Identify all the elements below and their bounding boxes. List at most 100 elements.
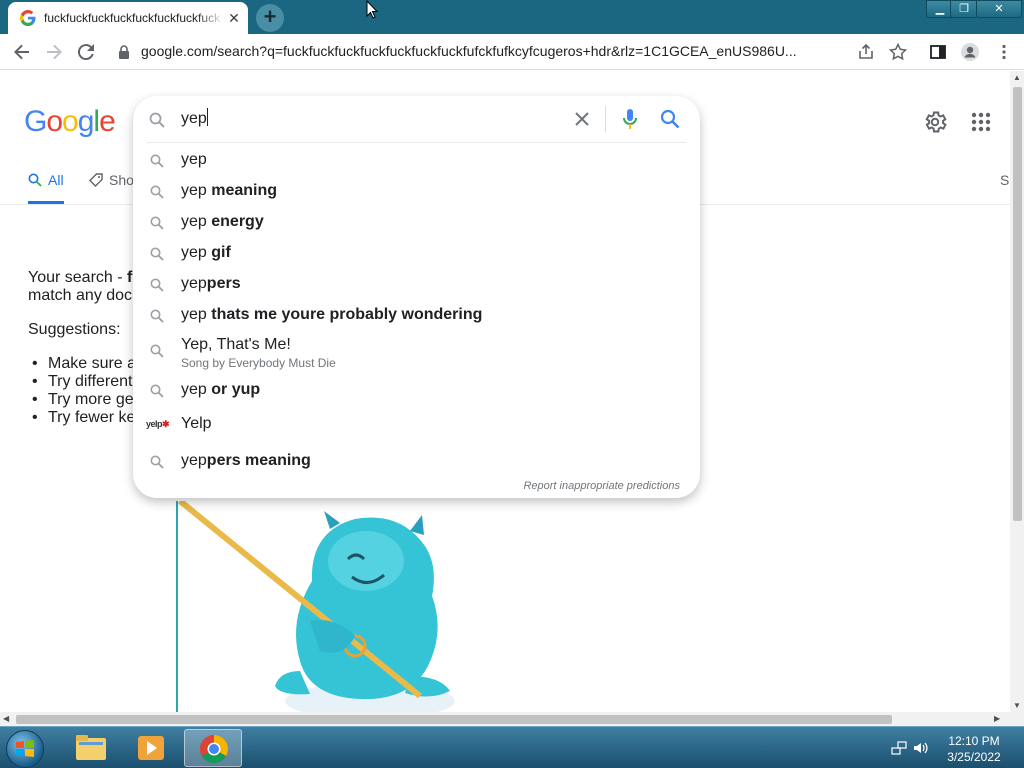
arrow-left-icon (14, 44, 29, 60)
autocomplete-completion: meaning (211, 182, 278, 199)
autocomplete-text: yep energy (181, 213, 264, 231)
horizontal-scrollbar[interactable]: ◀ ▶ (0, 712, 1024, 726)
taskbar-media-player[interactable] (122, 729, 180, 767)
autocomplete-text: Yelp (181, 415, 212, 432)
suggestions-list: Make sure a Try different Try more ge Tr… (28, 355, 136, 427)
more-menu-icon[interactable] (994, 42, 1014, 62)
search-input[interactable]: yep (181, 108, 208, 128)
bookmark-star-icon[interactable] (888, 42, 908, 62)
volume-icon[interactable] (912, 739, 930, 757)
search-icon (150, 309, 164, 323)
google-apps-grid-icon[interactable] (970, 111, 992, 133)
vertical-scroll-thumb[interactable] (1013, 87, 1022, 521)
autocomplete-item[interactable]: yep thats me youre probably wondering (133, 301, 700, 331)
fishing-monster-illustration (176, 501, 455, 712)
taskbar-file-explorer[interactable] (62, 729, 120, 767)
autocomplete-item[interactable]: yep gif (133, 239, 700, 269)
clear-search-icon[interactable] (571, 108, 593, 130)
autocomplete-completion: thats me youre probably wondering (211, 306, 483, 323)
autocomplete-text: yeppers (181, 275, 241, 293)
tab-shopping-label: Sho (109, 172, 134, 188)
horizontal-scroll-thumb[interactable] (16, 715, 892, 724)
search-icon (150, 384, 164, 398)
tab-settings-cut[interactable]: S (1000, 171, 1010, 204)
tab-close-icon[interactable]: ✕ (226, 10, 242, 26)
search-icon (150, 455, 164, 469)
scroll-right-arrow-icon[interactable]: ▶ (994, 714, 1000, 723)
autocomplete-item[interactable]: yep meaning (133, 177, 700, 207)
autocomplete-item[interactable]: yeppers meaning (133, 447, 700, 477)
autocomplete-prefix: yep (181, 182, 212, 199)
browser-tab-active[interactable]: fuckfuckfuckfuckfuckfuckfuckfuck ✕ (8, 2, 248, 34)
autocomplete-item[interactable]: yep energy (133, 208, 700, 238)
tab-all[interactable]: All (28, 171, 64, 204)
address-bar[interactable]: google.com/search?q=fuckfuckfuckfuckfuck… (141, 43, 841, 59)
list-item: Try more ge (28, 391, 136, 409)
autocomplete-prefix: yep (181, 452, 207, 469)
browser-toolbar: google.com/search?q=fuckfuckfuckfuckfuck… (0, 34, 1024, 70)
autocomplete-completion: gif (211, 244, 231, 261)
autocomplete-item[interactable]: yep or yup (133, 376, 700, 406)
scroll-left-arrow-icon[interactable]: ◀ (3, 714, 9, 723)
autocomplete-prefix: yep (181, 275, 207, 292)
network-icon[interactable] (890, 739, 908, 757)
text-caret (206, 108, 208, 126)
search-icon (150, 185, 164, 199)
close-window-button[interactable]: ✕ (976, 0, 1022, 18)
divider (605, 106, 606, 132)
clock-time: 12:10 PM (948, 734, 1000, 748)
search-icon (150, 154, 164, 168)
list-item: Make sure a (28, 355, 136, 373)
back-button[interactable] (10, 40, 34, 64)
autocomplete-text: yeppers meaning (181, 452, 311, 470)
settings-gear-icon[interactable] (922, 109, 948, 135)
autocomplete-completion: or yup (211, 381, 261, 398)
autocomplete-text: yep (181, 151, 207, 169)
new-tab-button[interactable]: + (256, 4, 284, 32)
autocomplete-item-yelp[interactable]: yelp✱ Yelp (133, 410, 700, 440)
google-logo[interactable]: Google (24, 105, 116, 139)
windows-logo-icon (16, 740, 34, 757)
vertical-scrollbar[interactable]: ▲ ▼ (1010, 71, 1024, 712)
no-results-prefix: Your search - (28, 269, 128, 286)
scroll-down-arrow-icon[interactable]: ▼ (1013, 701, 1021, 710)
tab-settings-cut-label: S (1000, 172, 1010, 188)
clock-date: 3/25/2022 (947, 750, 1001, 764)
autocomplete-item[interactable]: yeppers (133, 270, 700, 300)
reload-button[interactable] (74, 40, 98, 64)
side-panel-icon[interactable] (928, 42, 948, 62)
tab-all-label: All (48, 172, 64, 188)
taskbar-chrome[interactable] (184, 729, 242, 767)
restore-button[interactable]: ❐ (950, 0, 978, 18)
no-results-line2: match any doc (28, 287, 133, 304)
profile-avatar-icon[interactable] (960, 42, 980, 62)
share-icon[interactable] (856, 42, 876, 62)
search-icon (150, 278, 164, 292)
report-predictions-link[interactable]: Report inappropriate predictions (523, 480, 680, 492)
tab-shopping[interactable]: Sho (89, 171, 139, 204)
search-query: yep (181, 110, 207, 127)
autocomplete-text: Yep, That's Me! (181, 336, 291, 353)
autocomplete-prefix: yep (181, 381, 212, 398)
lock-icon[interactable] (118, 45, 130, 59)
folder-icon (76, 735, 106, 760)
search-submit-icon[interactable] (660, 109, 680, 129)
autocomplete-text: yep meaning (181, 182, 277, 200)
autocomplete-item-entity[interactable]: Yep, That's Me! Song by Everybody Must D… (133, 332, 700, 372)
system-clock[interactable]: 12:10 PM 3/25/2022 (938, 733, 1010, 765)
windows-taskbar: 12:10 PM 3/25/2022 (0, 726, 1024, 768)
scroll-up-arrow-icon[interactable]: ▲ (1013, 73, 1021, 82)
autocomplete-completion: pers meaning (206, 452, 311, 469)
google-favicon-icon (20, 10, 36, 26)
chrome-icon (200, 735, 228, 763)
autocomplete-text: yep or yup (181, 381, 260, 399)
microphone-icon[interactable] (621, 108, 639, 130)
autocomplete-text: yep gif (181, 244, 231, 262)
autocomplete-item[interactable]: yep (133, 146, 700, 176)
autocomplete-completion: energy (211, 213, 264, 230)
forward-button[interactable] (42, 40, 66, 64)
arrow-right-icon (47, 44, 62, 60)
search-icon (150, 216, 164, 230)
start-button[interactable] (6, 730, 44, 768)
suggestions-heading: Suggestions: (28, 321, 121, 338)
